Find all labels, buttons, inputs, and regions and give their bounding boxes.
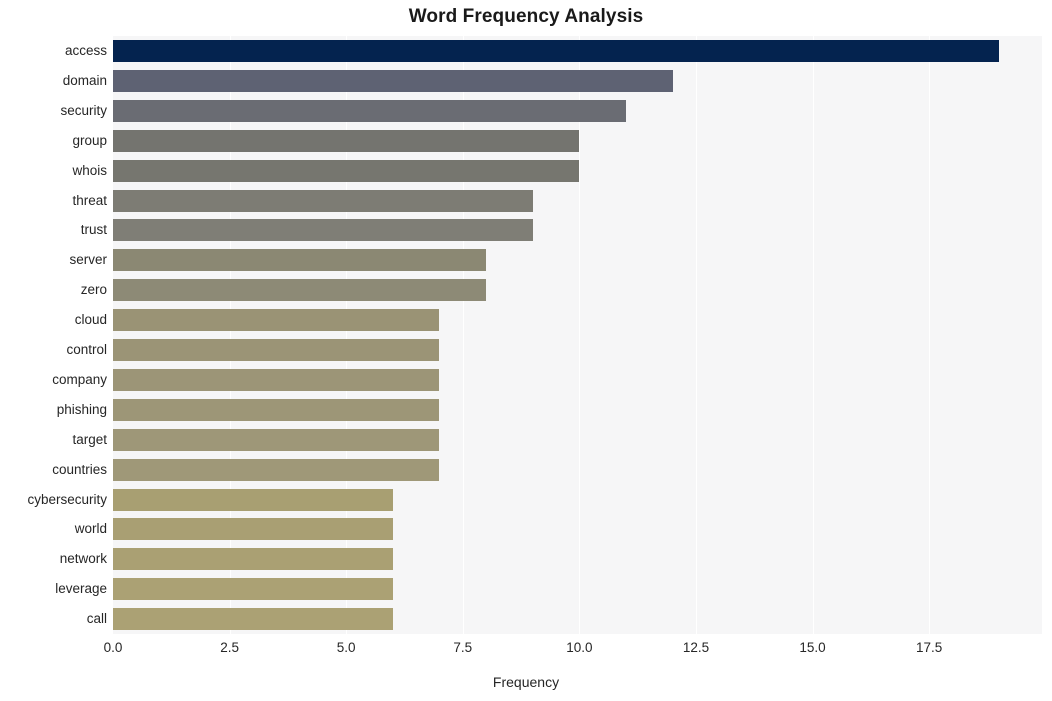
x-axis-tick-label: 17.5 bbox=[915, 640, 943, 655]
bar[interactable] bbox=[113, 518, 393, 541]
bar-row[interactable] bbox=[113, 365, 1042, 395]
bar[interactable] bbox=[113, 40, 1000, 62]
x-axis-tick-label: 15.0 bbox=[799, 640, 826, 655]
x-axis-tick-label: 10.0 bbox=[566, 640, 593, 655]
x-axis-tick-label: 0.0 bbox=[103, 640, 123, 655]
y-axis-tick-label: phishing bbox=[56, 401, 107, 417]
bar-row[interactable] bbox=[113, 66, 1042, 96]
y-axis-tick-label: company bbox=[52, 371, 107, 387]
y-axis-tick-label: world bbox=[74, 521, 107, 537]
bar[interactable] bbox=[113, 368, 440, 391]
bar[interactable] bbox=[113, 249, 487, 272]
bar[interactable] bbox=[113, 339, 440, 361]
y-axis-tick-label: network bbox=[59, 551, 107, 567]
x-axis-tick-label: 12.5 bbox=[682, 640, 710, 655]
y-axis-tick-label: trust bbox=[80, 222, 107, 238]
x-axis-tick-label: 7.5 bbox=[453, 640, 473, 655]
y-axis-tick-label: cybersecurity bbox=[27, 491, 107, 507]
y-axis-tick-label: security bbox=[60, 102, 107, 118]
y-axis-tick-label: control bbox=[66, 342, 107, 357]
bar-row[interactable] bbox=[113, 395, 1042, 425]
bar-row[interactable] bbox=[113, 186, 1042, 216]
bar-row[interactable] bbox=[113, 305, 1042, 335]
x-axis-tick-label: 2.5 bbox=[220, 640, 239, 655]
y-axis-tick-label: call bbox=[86, 611, 107, 627]
bar-row[interactable] bbox=[113, 126, 1042, 156]
y-axis-tick-label: leverage bbox=[55, 581, 107, 597]
bar-row[interactable] bbox=[113, 604, 1042, 634]
bar[interactable] bbox=[113, 458, 440, 481]
bar-row[interactable] bbox=[113, 335, 1042, 365]
bar-row[interactable] bbox=[113, 574, 1042, 604]
y-axis-tick-label: zero bbox=[80, 282, 107, 298]
bar[interactable] bbox=[113, 69, 673, 92]
bar[interactable] bbox=[113, 608, 393, 631]
bar-row[interactable] bbox=[113, 425, 1042, 455]
bar[interactable] bbox=[113, 428, 440, 451]
x-axis-title: Frequency bbox=[492, 674, 560, 690]
y-axis-tick-label: threat bbox=[72, 192, 107, 208]
bar-row[interactable] bbox=[113, 485, 1042, 515]
word-frequency-chart: Word Frequency Analysis access domain secu… bbox=[0, 0, 1052, 701]
bar-row[interactable] bbox=[113, 514, 1042, 544]
y-axis-tick-label: countries bbox=[52, 461, 107, 477]
y-axis-tick-label: access bbox=[64, 43, 107, 58]
bar-row[interactable] bbox=[113, 156, 1042, 186]
x-axis-tick-labels: 0.0 2.5 5.0 7.5 10.0 12.5 15.0 17.5 bbox=[0, 640, 1052, 662]
bar-row[interactable] bbox=[113, 275, 1042, 305]
plot-area bbox=[113, 36, 1042, 634]
y-axis-tick-label: domain bbox=[62, 72, 107, 88]
y-axis-tick-label: server bbox=[69, 252, 107, 268]
y-axis-tick-labels: access domain security group whois threat trus… bbox=[0, 36, 107, 634]
bar-row[interactable] bbox=[113, 245, 1042, 275]
bar[interactable] bbox=[113, 578, 393, 601]
chart-title: Word Frequency Analysis bbox=[408, 6, 644, 27]
bar[interactable] bbox=[113, 159, 580, 182]
bar[interactable] bbox=[113, 309, 440, 332]
bar[interactable] bbox=[113, 99, 626, 122]
y-axis-tick-label: group bbox=[72, 132, 107, 148]
bar-row[interactable] bbox=[113, 36, 1042, 66]
bar-row[interactable] bbox=[113, 96, 1042, 126]
bar-row[interactable] bbox=[113, 455, 1042, 485]
bars-layer bbox=[113, 36, 1042, 634]
y-axis-tick-label: whois bbox=[72, 162, 107, 178]
y-axis-tick-label: target bbox=[72, 431, 107, 447]
bar-row[interactable] bbox=[113, 215, 1042, 245]
bar[interactable] bbox=[113, 279, 487, 302]
bar[interactable] bbox=[113, 129, 580, 152]
y-axis-tick-label: cloud bbox=[74, 312, 107, 328]
bar[interactable] bbox=[113, 398, 440, 421]
bar[interactable] bbox=[113, 219, 533, 242]
bar[interactable] bbox=[113, 189, 533, 212]
x-axis-tick-label: 5.0 bbox=[336, 640, 356, 655]
bar-row[interactable] bbox=[113, 544, 1042, 574]
bar[interactable] bbox=[113, 488, 393, 511]
bar[interactable] bbox=[113, 548, 393, 571]
